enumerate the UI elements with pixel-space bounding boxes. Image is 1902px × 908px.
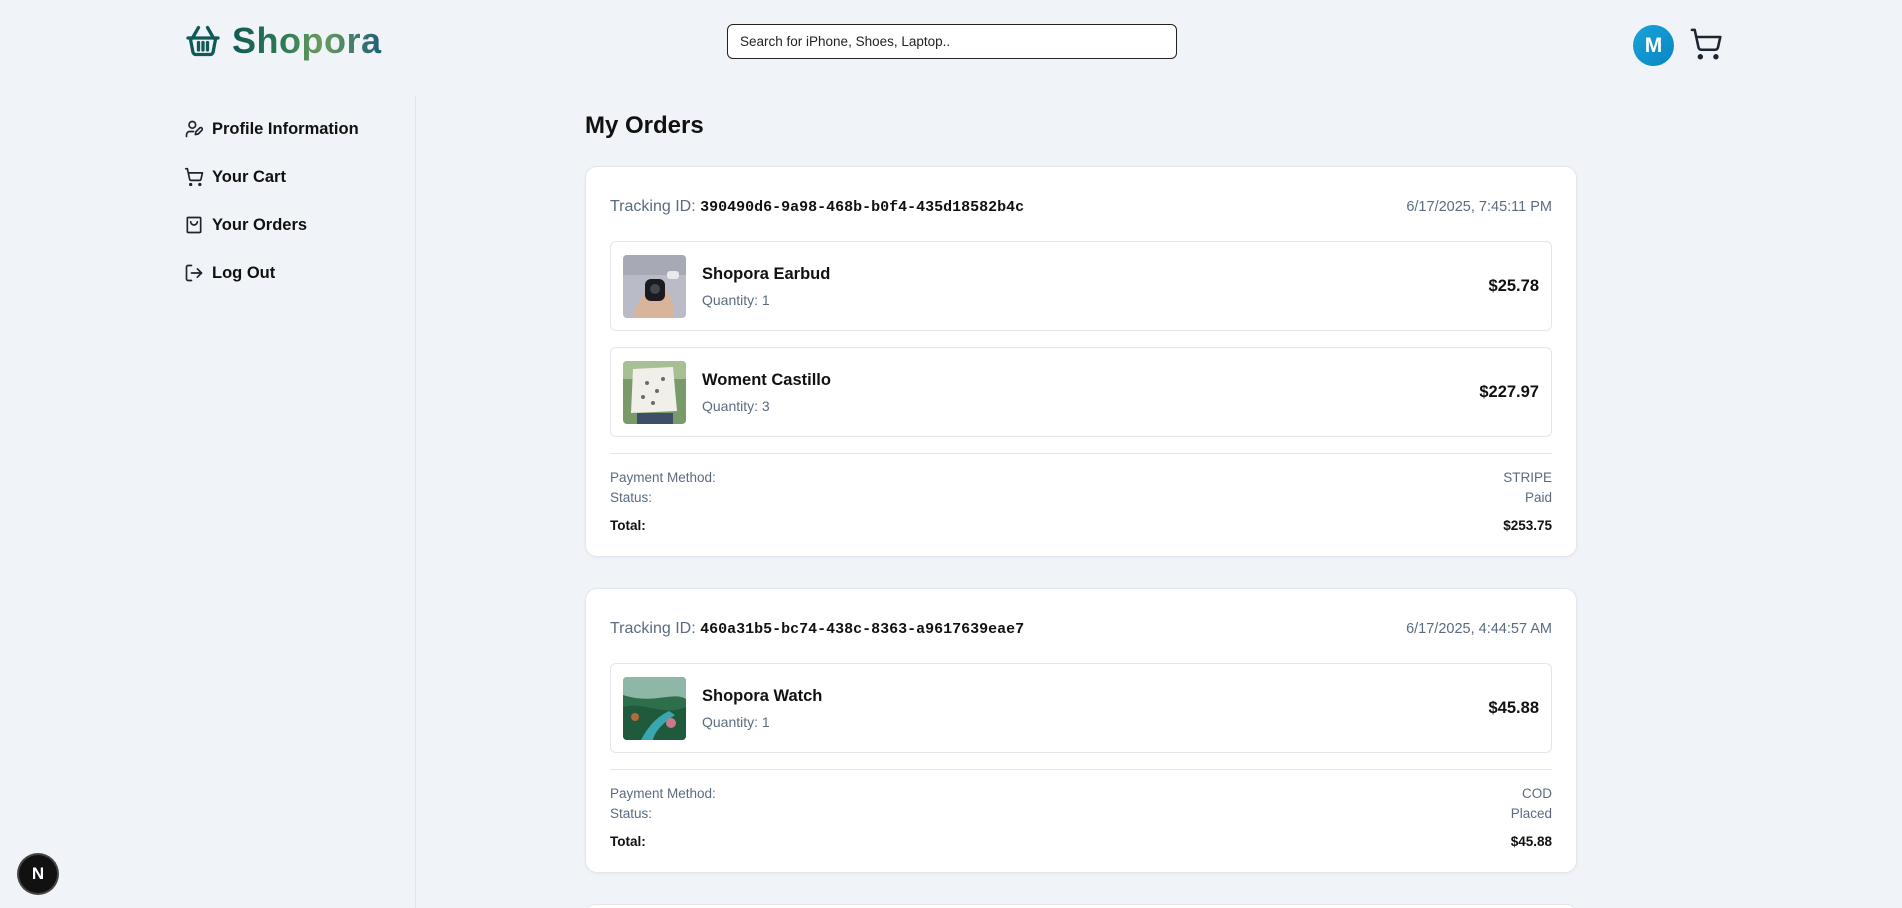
order-header: Tracking ID: 460a31b5-bc74-438c-8363-a96… — [610, 589, 1552, 663]
total-label: Total: — [610, 834, 646, 849]
sidebar-item-label: Profile Information — [212, 119, 359, 138]
cart-icon — [184, 167, 204, 187]
devtools-badge[interactable]: N — [19, 855, 57, 893]
search-box[interactable] — [727, 24, 1177, 59]
payment-method: COD — [1522, 786, 1552, 801]
order-item[interactable]: Shopora Watch Quantity: 1 $45.88 — [610, 663, 1552, 753]
item-quantity: Quantity: 3 — [702, 397, 770, 414]
order-summary: Payment Method: COD Status: Placed Total… — [610, 769, 1552, 872]
order-header: Tracking ID: 390490d6-9a98-468b-b0f4-435… — [610, 167, 1552, 241]
logout-icon — [184, 263, 204, 283]
total-value: $45.88 — [1510, 834, 1552, 849]
item-price: $25.78 — [1488, 276, 1539, 295]
avatar[interactable]: M — [1633, 25, 1674, 66]
item-info: Shopora Watch Quantity: 1 — [702, 687, 1489, 730]
order-date: 6/17/2025, 4:44:57 AM — [1406, 621, 1552, 637]
sidebar: Profile Information Your Cart Your Order… — [184, 105, 414, 297]
sidebar-item-label: Your Cart — [212, 167, 286, 186]
header: Shopora M — [0, 0, 1902, 90]
status-label: Status: — [610, 490, 653, 505]
status-row: Status: Paid — [610, 488, 1552, 508]
total-row: Total: $45.88 — [610, 832, 1552, 852]
tracking-id-value[interactable]: 460a31b5-bc74-438c-8363-a9617639eae7 — [700, 621, 1024, 638]
item-price: $227.97 — [1479, 382, 1539, 401]
total-label: Total: — [610, 518, 646, 533]
tracking-id-value[interactable]: 390490d6-9a98-468b-b0f4-435d18582b4c — [700, 199, 1024, 216]
logo-text: Shopora — [232, 20, 382, 61]
item-info: Woment Castillo Quantity: 3 — [702, 371, 1479, 414]
order-item[interactable]: Shopora Earbud Quantity: 1 $25.78 — [610, 241, 1552, 331]
sidebar-item-label: Your Orders — [212, 215, 308, 234]
status-label: Status: — [610, 806, 653, 821]
payment-row: Payment Method: STRIPE — [610, 468, 1552, 488]
tracking-id: Tracking ID: 460a31b5-bc74-438c-8363-a96… — [610, 620, 1024, 638]
sidebar-divider — [415, 96, 416, 908]
sidebar-item-label: Log Out — [212, 263, 276, 282]
tracking-id: Tracking ID: 390490d6-9a98-468b-b0f4-435… — [610, 198, 1024, 216]
order-date: 6/17/2025, 7:45:11 PM — [1406, 199, 1552, 215]
payment-row: Payment Method: COD — [610, 784, 1552, 804]
item-price: $45.88 — [1488, 698, 1539, 717]
tracking-label: Tracking ID: — [610, 198, 696, 215]
user-pen-icon — [184, 119, 204, 139]
sidebar-item-logout[interactable]: Log Out — [184, 249, 414, 297]
product-image-earbud[interactable] — [623, 254, 686, 318]
page-title: My Orders — [585, 112, 704, 139]
total-value: $253.75 — [1503, 518, 1552, 533]
order-card: Tracking ID: 390490d6-9a98-468b-b0f4-435… — [585, 166, 1577, 557]
sidebar-item-orders[interactable]: Your Orders — [184, 201, 414, 249]
total-row: Total: $253.75 — [610, 516, 1552, 536]
item-quantity: Quantity: 1 — [702, 291, 770, 308]
search-input[interactable] — [740, 34, 1164, 49]
item-info: Shopora Earbud Quantity: 1 — [702, 265, 1489, 308]
item-name[interactable]: Shopora Watch — [702, 687, 1489, 706]
sidebar-item-profile[interactable]: Profile Information — [184, 105, 414, 153]
item-name[interactable]: Woment Castillo — [702, 371, 1479, 390]
item-name[interactable]: Shopora Earbud — [702, 265, 1489, 284]
sidebar-item-cart[interactable]: Your Cart — [184, 153, 414, 201]
item-quantity: Quantity: 1 — [702, 713, 770, 730]
shopping-bag-icon — [184, 215, 204, 235]
order-card-partial — [585, 904, 1577, 908]
basket-icon — [184, 22, 222, 60]
payment-method: STRIPE — [1503, 470, 1552, 485]
logo[interactable]: Shopora — [184, 20, 382, 62]
status-value: Placed — [1510, 806, 1552, 821]
status-row: Status: Placed — [610, 804, 1552, 824]
cart-icon[interactable] — [1689, 27, 1723, 61]
product-image-watch[interactable] — [623, 676, 686, 740]
tracking-label: Tracking ID: — [610, 620, 696, 637]
product-image-castillo[interactable] — [623, 360, 686, 424]
status-value: Paid — [1524, 490, 1552, 505]
order-card: Tracking ID: 460a31b5-bc74-438c-8363-a96… — [585, 588, 1577, 873]
payment-label: Payment Method: — [610, 470, 716, 485]
order-item[interactable]: Woment Castillo Quantity: 3 $227.97 — [610, 347, 1552, 437]
payment-label: Payment Method: — [610, 786, 716, 801]
order-summary: Payment Method: STRIPE Status: Paid Tota… — [610, 453, 1552, 556]
